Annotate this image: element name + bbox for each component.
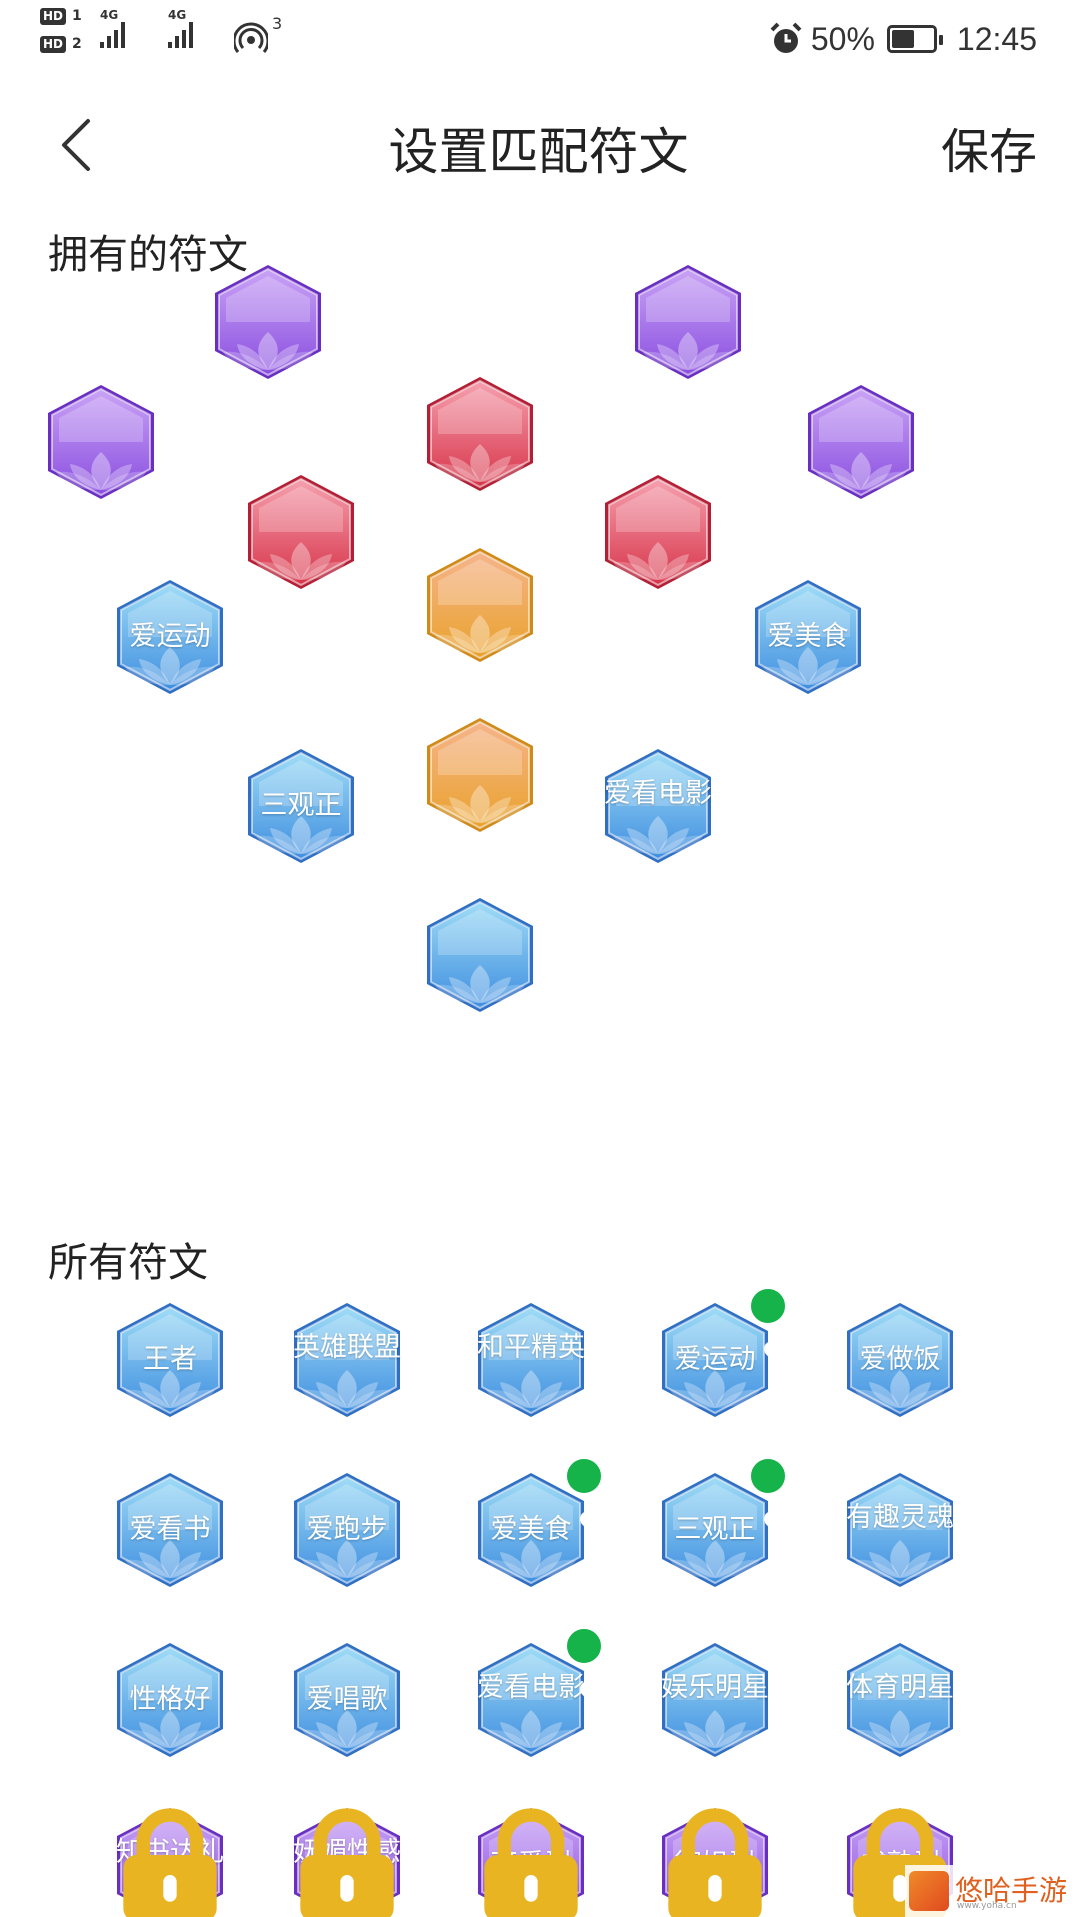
hex-badge-icon bbox=[117, 580, 223, 694]
owned-rune-slot[interactable]: 爱运动 bbox=[113, 577, 227, 697]
rune-item[interactable]: 爱看书 bbox=[113, 1470, 227, 1590]
hex-badge-icon bbox=[847, 1643, 953, 1757]
status-bar-left: HD 1 HD 2 4G 4G 3 bbox=[40, 8, 300, 68]
hex-badge-icon bbox=[847, 1473, 953, 1587]
hex-badge-icon bbox=[117, 1473, 223, 1587]
rune-item[interactable]: 三观正 bbox=[658, 1456, 853, 1590]
hex-badge-icon bbox=[478, 1303, 584, 1417]
lock-icon bbox=[123, 1808, 217, 1917]
hex-badge-icon bbox=[427, 718, 533, 832]
selected-check-icon bbox=[748, 1286, 853, 1383]
hex-badge-icon bbox=[635, 265, 741, 379]
hex-badge-icon bbox=[215, 265, 321, 379]
rune-item[interactable]: 妩媚性感 bbox=[290, 1805, 404, 1917]
owned-rune-slot[interactable] bbox=[601, 472, 715, 592]
lock-icon bbox=[300, 1808, 394, 1917]
selected-check-icon bbox=[748, 1456, 853, 1553]
rune-item[interactable]: 御姐型 bbox=[658, 1805, 772, 1917]
hex-badge-icon bbox=[48, 385, 154, 499]
rune-item[interactable]: 可爱型 bbox=[474, 1805, 588, 1917]
network-1-label: 4G bbox=[100, 8, 119, 22]
hex-badge-icon bbox=[294, 1473, 400, 1587]
owned-rune-slot[interactable] bbox=[244, 472, 358, 592]
rune-item[interactable]: 和平精英 bbox=[474, 1300, 588, 1420]
lock-icon bbox=[484, 1808, 578, 1917]
rune-item[interactable]: 知书达礼 bbox=[113, 1805, 227, 1917]
hex-badge-icon bbox=[662, 1643, 768, 1757]
owned-rune-slot[interactable] bbox=[423, 545, 537, 665]
hex-badge-icon bbox=[605, 475, 711, 589]
hex-badge-icon bbox=[117, 1303, 223, 1417]
hex-badge-icon bbox=[427, 377, 533, 491]
rune-item[interactable]: 爱运动 bbox=[658, 1286, 853, 1420]
selected-check-icon bbox=[564, 1456, 669, 1553]
sim1-number: 1 bbox=[72, 8, 82, 24]
hex-badge-icon bbox=[755, 580, 861, 694]
clock: 12:45 bbox=[956, 20, 1037, 57]
rune-item[interactable]: 性格好 bbox=[113, 1640, 227, 1760]
hex-badge-icon bbox=[808, 385, 914, 499]
hex-badge-icon bbox=[427, 898, 533, 1012]
network-2-label: 4G bbox=[168, 8, 187, 22]
rune-item[interactable]: 爱看电影 bbox=[474, 1626, 669, 1760]
rune-item[interactable]: 爱跑步 bbox=[290, 1470, 404, 1590]
rune-item[interactable]: 英雄联盟 bbox=[290, 1300, 404, 1420]
battery-percent: 50% bbox=[810, 20, 875, 57]
owned-rune-slot[interactable] bbox=[631, 262, 745, 382]
rune-item[interactable]: 有趣灵魂 bbox=[843, 1470, 957, 1590]
owned-rune-slot[interactable] bbox=[44, 382, 158, 502]
hex-badge-icon bbox=[117, 1643, 223, 1757]
sim1-hd-icon: HD bbox=[40, 8, 66, 25]
owned-rune-slot[interactable] bbox=[211, 262, 325, 382]
rune-item[interactable]: 王者 bbox=[113, 1300, 227, 1420]
hex-badge-icon bbox=[847, 1303, 953, 1417]
signal-1-icon: 4G bbox=[100, 8, 125, 48]
owned-rune-slot[interactable] bbox=[423, 895, 537, 1015]
watermark-sub: www.yoha.cn bbox=[957, 1901, 1017, 1911]
owned-rune-slot[interactable] bbox=[804, 382, 918, 502]
hex-badge-icon bbox=[294, 1303, 400, 1417]
rune-item[interactable]: 爱做饭 bbox=[843, 1300, 957, 1420]
owned-rune-slot[interactable]: 三观正 bbox=[244, 746, 358, 866]
hex-badge-icon bbox=[294, 1643, 400, 1757]
save-button[interactable]: 保存 bbox=[941, 112, 1037, 182]
rune-item[interactable]: 爱唱歌 bbox=[290, 1640, 404, 1760]
owned-rune-slot[interactable] bbox=[423, 374, 537, 494]
alarm-icon bbox=[770, 22, 802, 53]
rune-item[interactable]: 娱乐明星 bbox=[658, 1640, 772, 1760]
signal-2-icon: 4G bbox=[168, 8, 193, 48]
hex-badge-icon bbox=[248, 475, 354, 589]
lock-icon bbox=[668, 1808, 762, 1917]
battery-icon bbox=[886, 25, 943, 53]
selected-check-icon bbox=[564, 1626, 669, 1723]
hex-badge-icon bbox=[248, 749, 354, 863]
watermark: 悠哈手游 www.yoha.cn bbox=[905, 1865, 1077, 1917]
watermark-logo bbox=[909, 1871, 949, 1911]
hex-badge-icon bbox=[427, 548, 533, 662]
status-bar-right: 50% 12:45 bbox=[769, 14, 1037, 64]
hotspot-count: 3 bbox=[272, 14, 283, 33]
hex-badge-icon bbox=[605, 749, 711, 863]
owned-rune-slot[interactable]: 爱看电影 bbox=[601, 746, 715, 866]
hotspot-icon bbox=[234, 22, 268, 53]
page-title: 设置匹配符文 bbox=[388, 123, 689, 181]
rune-item[interactable]: 爱美食 bbox=[474, 1456, 669, 1590]
owned-rune-slot[interactable]: 爱美食 bbox=[751, 577, 865, 697]
sim2-hd-icon: HD bbox=[40, 36, 66, 53]
sim2-number: 2 bbox=[72, 36, 82, 52]
all-section-title: 所有符文 bbox=[48, 1240, 208, 1286]
rune-item[interactable]: 体育明星 bbox=[843, 1640, 957, 1760]
owned-rune-slot[interactable] bbox=[423, 715, 537, 835]
